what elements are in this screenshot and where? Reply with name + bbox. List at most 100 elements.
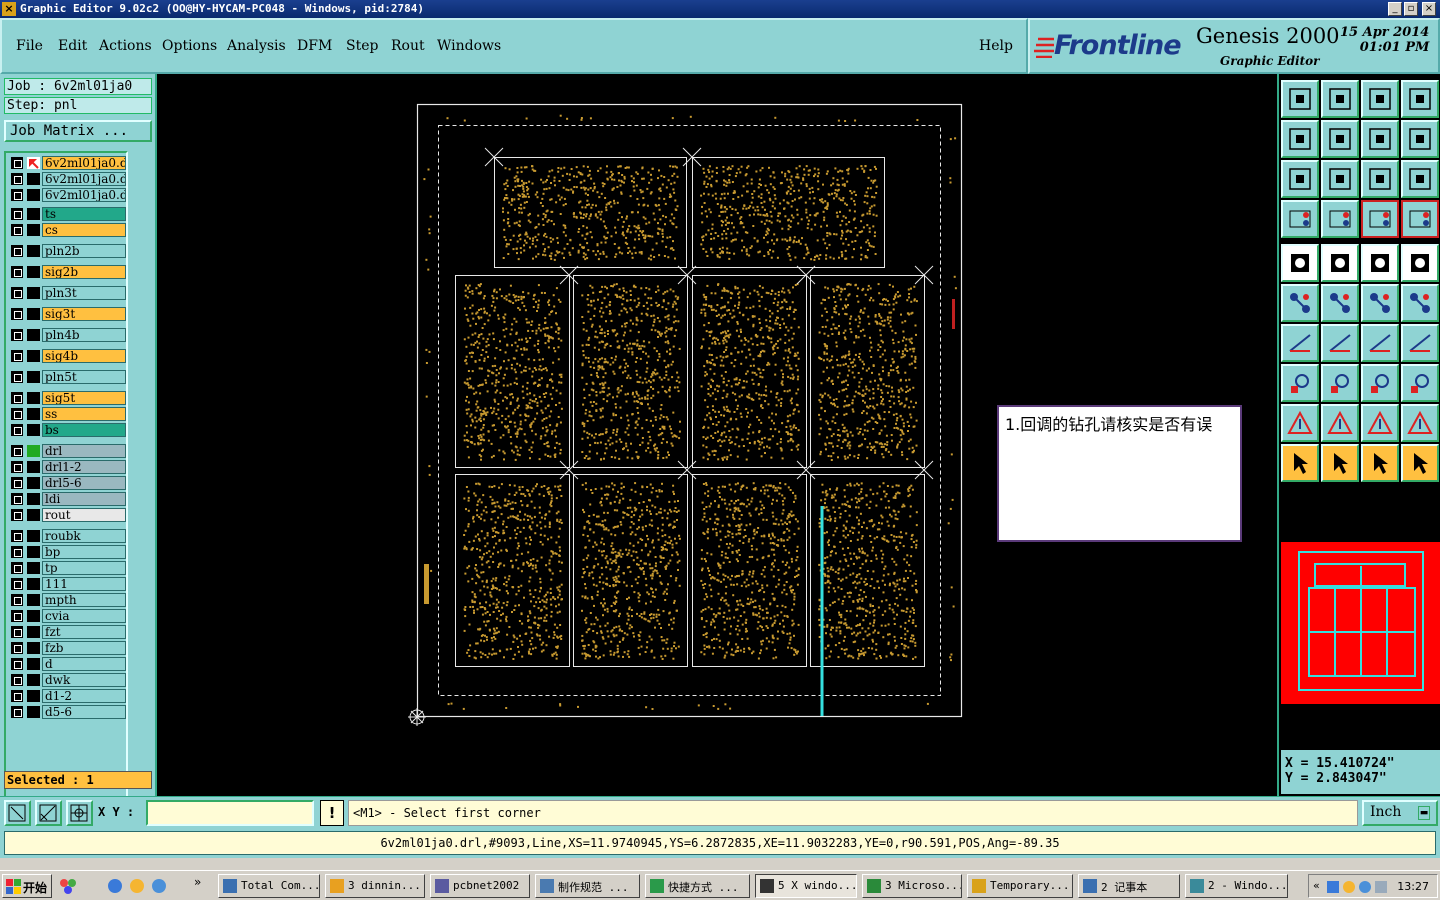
layer-name[interactable]: 6v2ml01ja0.d: [42, 172, 126, 186]
taskbar-button[interactable]: Temporary...: [967, 874, 1073, 898]
menu-step[interactable]: Step: [346, 38, 378, 54]
tool-button[interactable]: [1361, 404, 1399, 442]
layer-checkbox[interactable]: [11, 690, 23, 702]
layer-checkbox[interactable]: [11, 424, 23, 436]
taskbar-button[interactable]: 5 X windo...: [755, 874, 857, 898]
menu-windows[interactable]: Windows: [437, 38, 501, 54]
layer-name[interactable]: tp: [42, 561, 126, 575]
layer-checkbox[interactable]: [11, 658, 23, 670]
layer-name[interactable]: pln4b: [42, 328, 126, 342]
layer-name[interactable]: ts: [42, 207, 126, 221]
tool-button[interactable]: [1361, 160, 1399, 198]
units-select[interactable]: Inch ▬: [1362, 800, 1438, 826]
layer-checkbox[interactable]: [11, 350, 23, 362]
layer-row[interactable]: drl1-2: [8, 460, 126, 474]
layer-checkbox[interactable]: [11, 562, 23, 574]
taskbar-button[interactable]: pcbnet2002: [430, 874, 530, 898]
close-button[interactable]: ×: [1422, 2, 1436, 16]
layer-name[interactable]: rout: [42, 508, 126, 522]
tool-button[interactable]: [1401, 160, 1439, 198]
layer-row[interactable]: 6v2ml01ja0.d: [8, 172, 126, 186]
tray-expand-icon[interactable]: «: [1313, 879, 1320, 892]
tool-button[interactable]: [1321, 444, 1359, 482]
layer-row[interactable]: dwk: [8, 673, 126, 687]
xy-input[interactable]: [146, 800, 314, 826]
layer-row[interactable]: 6v2ml01ja0.d: [8, 188, 126, 202]
layer-checkbox[interactable]: [11, 509, 23, 521]
menu-rout[interactable]: Rout: [391, 38, 425, 54]
layer-checkbox[interactable]: [11, 224, 23, 236]
layer-name[interactable]: 6v2ml01ja0.d: [42, 156, 126, 170]
tool-button[interactable]: [1401, 200, 1439, 238]
layer-name[interactable]: fzb: [42, 641, 126, 655]
tool-button[interactable]: [1281, 364, 1319, 402]
tray-icons[interactable]: [1327, 879, 1389, 895]
layer-name[interactable]: cvia: [42, 609, 126, 623]
tool-button[interactable]: [1281, 200, 1319, 238]
layer-row[interactable]: tp: [8, 561, 126, 575]
layer-row[interactable]: sig5t: [8, 391, 126, 405]
layer-row[interactable]: pln3t: [8, 286, 126, 300]
tool-button[interactable]: [1361, 284, 1399, 322]
layer-row[interactable]: d5-6: [8, 705, 126, 719]
menu-dfm[interactable]: DFM: [297, 38, 332, 54]
tool-button[interactable]: [1281, 444, 1319, 482]
job-matrix-button[interactable]: Job Matrix ...: [4, 120, 152, 142]
layer-name[interactable]: sig3t: [42, 307, 126, 321]
layer-row[interactable]: pln4b: [8, 328, 126, 342]
layer-name[interactable]: sig4b: [42, 349, 126, 363]
layer-name[interactable]: d: [42, 657, 126, 671]
layer-name[interactable]: ss: [42, 407, 126, 421]
layer-checkbox[interactable]: [11, 461, 23, 473]
layer-checkbox[interactable]: [11, 578, 23, 590]
layer-checkbox[interactable]: [11, 530, 23, 542]
tool-button[interactable]: [1321, 244, 1359, 282]
tool-button[interactable]: [1361, 324, 1399, 362]
layer-checkbox[interactable]: [11, 157, 23, 169]
layer-name[interactable]: 111: [42, 577, 126, 591]
layer-row[interactable]: fzb: [8, 641, 126, 655]
layer-name[interactable]: pln5t: [42, 370, 126, 384]
layer-row[interactable]: cs: [8, 223, 126, 237]
tool-button[interactable]: [1401, 120, 1439, 158]
layer-row[interactable]: cvia: [8, 609, 126, 623]
layer-checkbox[interactable]: [11, 208, 23, 220]
grid-snap-button[interactable]: [66, 800, 93, 826]
layer-row[interactable]: roubk: [8, 529, 126, 543]
tool-button[interactable]: [1321, 364, 1359, 402]
tool-button[interactable]: [1281, 284, 1319, 322]
tool-button[interactable]: [1361, 364, 1399, 402]
layer-name[interactable]: sig2b: [42, 265, 126, 279]
layer-row[interactable]: d1-2: [8, 689, 126, 703]
tool-button[interactable]: [1401, 284, 1439, 322]
layer-checkbox[interactable]: [11, 308, 23, 320]
layer-checkbox[interactable]: [11, 266, 23, 278]
alert-button[interactable]: !: [320, 800, 344, 826]
menu-options[interactable]: Options: [162, 38, 217, 54]
maximize-button[interactable]: ▫: [1404, 2, 1418, 16]
tool-button[interactable]: [1281, 244, 1319, 282]
layer-row[interactable]: fzt: [8, 625, 126, 639]
layer-row[interactable]: sig4b: [8, 349, 126, 363]
layer-row[interactable]: mpth: [8, 593, 126, 607]
layer-row[interactable]: ldi: [8, 492, 126, 506]
tool-button[interactable]: [1361, 80, 1399, 118]
quicklaunch-more-icon[interactable]: »: [194, 875, 201, 889]
measure-tool-button[interactable]: [35, 800, 62, 826]
tool-button[interactable]: [1281, 120, 1319, 158]
layer-checkbox[interactable]: [11, 477, 23, 489]
tool-button[interactable]: [1361, 444, 1399, 482]
layer-name[interactable]: drl1-2: [42, 460, 126, 474]
tool-button[interactable]: [1401, 364, 1439, 402]
tool-button[interactable]: [1281, 404, 1319, 442]
layer-row[interactable]: bs: [8, 423, 126, 437]
layer-row[interactable]: ss: [8, 407, 126, 421]
tool-button[interactable]: [1321, 404, 1359, 442]
layer-checkbox[interactable]: [11, 189, 23, 201]
layer-row[interactable]: d: [8, 657, 126, 671]
tool-button[interactable]: [1361, 120, 1399, 158]
layer-row[interactable]: 111: [8, 577, 126, 591]
tool-button[interactable]: [1401, 444, 1439, 482]
zoom-tool-button[interactable]: [4, 800, 31, 826]
layer-checkbox[interactable]: [11, 594, 23, 606]
